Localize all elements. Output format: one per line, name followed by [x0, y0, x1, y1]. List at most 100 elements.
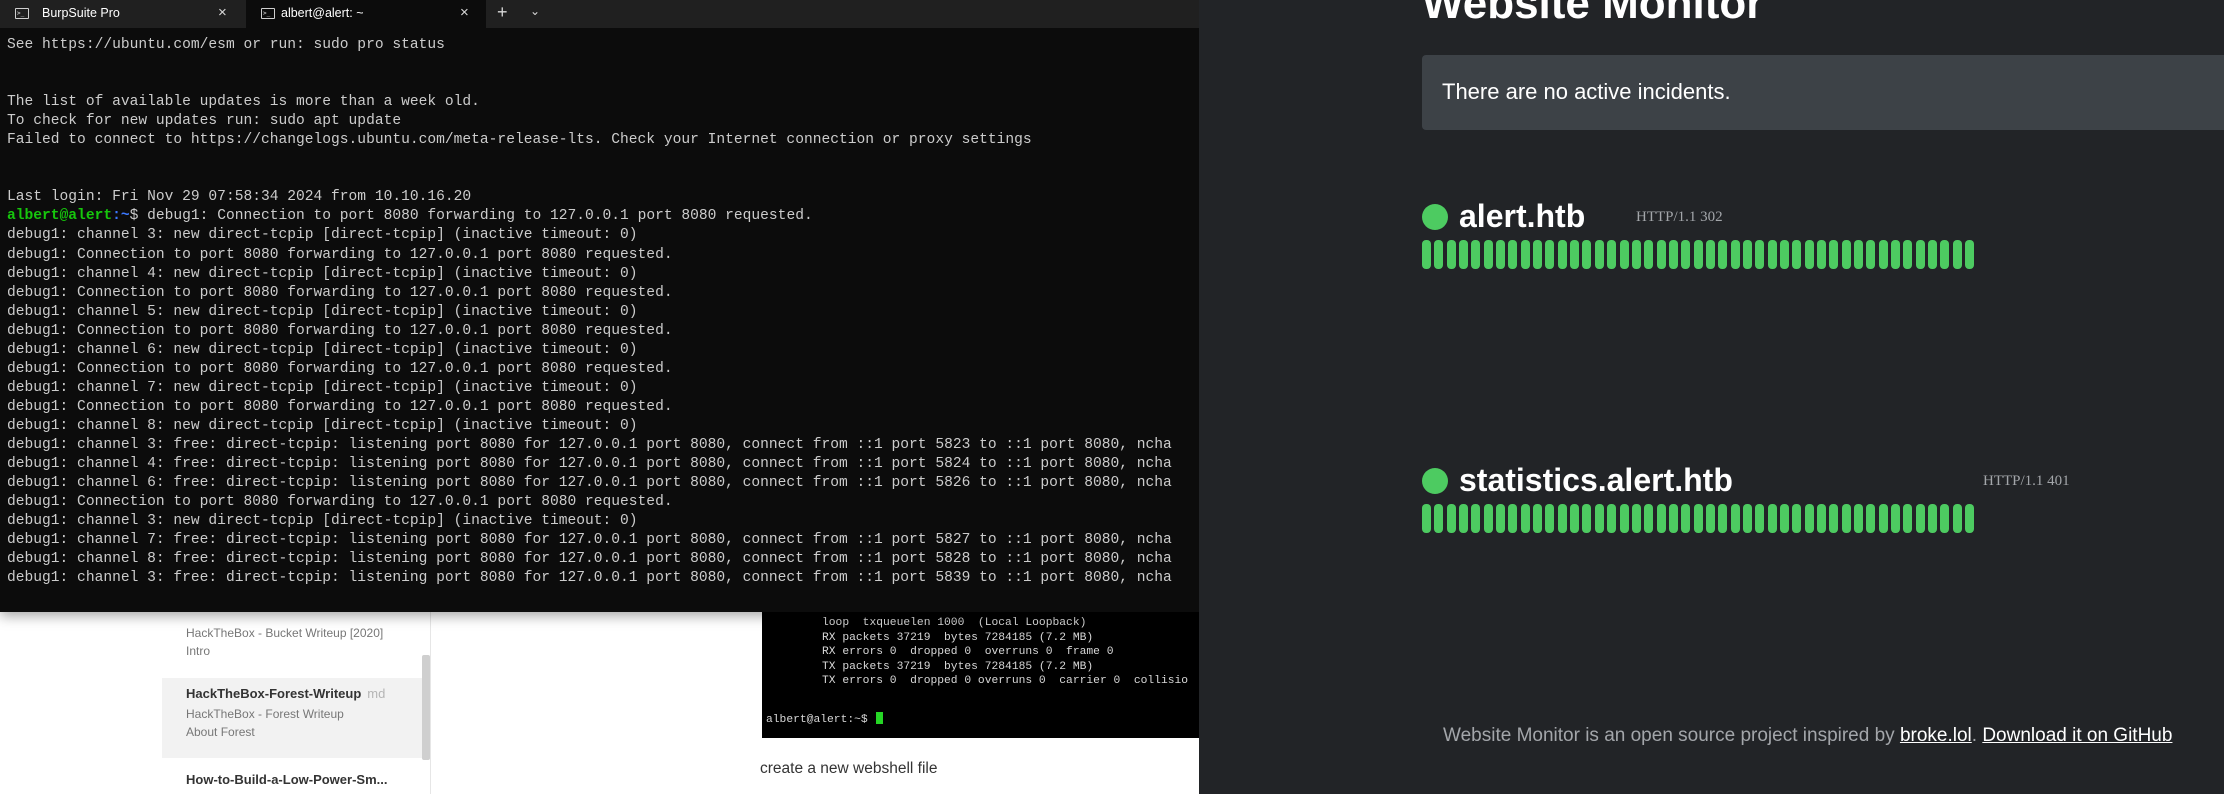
download-github-link[interactable]: Download it on GitHub — [1982, 725, 2172, 746]
uptime-check-bar[interactable] — [1483, 504, 1493, 533]
uptime-check-bar[interactable] — [1817, 504, 1826, 533]
terminal-window[interactable]: >_ BurpSuite Pro × >_ albert@alert: ~ × … — [0, 0, 1199, 612]
uptime-check-bar[interactable] — [1644, 240, 1654, 269]
uptime-check-bar[interactable] — [1903, 240, 1913, 269]
uptime-check-bar[interactable] — [1594, 504, 1604, 533]
uptime-check-bar[interactable] — [1792, 504, 1802, 533]
uptime-check-bar[interactable] — [1508, 240, 1518, 269]
uptime-check-bar[interactable] — [1570, 240, 1580, 269]
uptime-check-bar[interactable] — [1459, 240, 1469, 269]
uptime-check-bar[interactable] — [1557, 240, 1567, 269]
uptime-check-bar[interactable] — [1779, 240, 1789, 269]
uptime-check-bar[interactable] — [1607, 240, 1617, 269]
note-list-item[interactable]: HackTheBox - Bucket Writeup [2020] Intro — [162, 624, 422, 676]
uptime-check-bar[interactable] — [1631, 240, 1641, 269]
uptime-check-bar[interactable] — [1434, 240, 1444, 269]
uptime-check-bar[interactable] — [1533, 504, 1543, 533]
uptime-check-bar[interactable] — [1631, 504, 1641, 533]
uptime-check-bar[interactable] — [1459, 504, 1469, 533]
uptime-check-bar[interactable] — [1668, 504, 1678, 533]
uptime-check-bar[interactable] — [1841, 240, 1851, 269]
uptime-check-bar[interactable] — [1607, 504, 1617, 533]
uptime-check-bar[interactable] — [1730, 504, 1740, 533]
uptime-check-bar[interactable] — [1545, 504, 1555, 533]
uptime-check-bar[interactable] — [1742, 504, 1752, 533]
uptime-check-bar[interactable] — [1619, 504, 1629, 533]
uptime-check-bar[interactable] — [1755, 504, 1765, 533]
uptime-check-bar[interactable] — [1693, 240, 1703, 269]
uptime-check-bar[interactable] — [1866, 504, 1876, 533]
uptime-check-bar[interactable] — [1681, 504, 1691, 533]
uptime-check-bar[interactable] — [1965, 504, 1975, 533]
uptime-check-bar[interactable] — [1533, 240, 1543, 269]
uptime-check-bar[interactable] — [1668, 240, 1678, 269]
uptime-check-bar[interactable] — [1940, 504, 1950, 533]
uptime-check-bar[interactable] — [1496, 240, 1506, 269]
tab-albert-alert[interactable]: >_ albert@alert: ~ × — [246, 0, 486, 28]
uptime-check-bar[interactable] — [1878, 240, 1888, 269]
uptime-check-bar[interactable] — [1792, 240, 1802, 269]
uptime-check-bar[interactable] — [1718, 504, 1728, 533]
uptime-check-bar[interactable] — [1817, 240, 1826, 269]
uptime-check-bar[interactable] — [1767, 240, 1777, 269]
uptime-check-bar[interactable] — [1854, 504, 1864, 533]
uptime-check-bar[interactable] — [1422, 240, 1431, 269]
uptime-check-bar[interactable] — [1570, 504, 1580, 533]
uptime-check-bar[interactable] — [1952, 504, 1962, 533]
broke-lol-link[interactable]: broke.lol — [1900, 725, 1972, 746]
uptime-check-bar[interactable] — [1644, 504, 1654, 533]
uptime-check-bar[interactable] — [1829, 240, 1839, 269]
sidebar-scrollbar[interactable] — [422, 655, 430, 760]
chevron-down-icon[interactable]: ⌄ — [530, 4, 540, 18]
uptime-check-bar[interactable] — [1952, 240, 1962, 269]
uptime-check-bar[interactable] — [1705, 240, 1715, 269]
uptime-check-bar[interactable] — [1866, 240, 1876, 269]
uptime-check-bar[interactable] — [1520, 504, 1530, 533]
uptime-check-bar[interactable] — [1496, 504, 1506, 533]
uptime-check-bar[interactable] — [1767, 504, 1777, 533]
uptime-check-bar[interactable] — [1471, 240, 1481, 269]
new-tab-button[interactable]: + — [497, 2, 508, 23]
uptime-check-bar[interactable] — [1471, 504, 1481, 533]
uptime-check-bar[interactable] — [1755, 240, 1765, 269]
uptime-check-bar[interactable] — [1446, 504, 1456, 533]
uptime-check-bar[interactable] — [1965, 240, 1975, 269]
uptime-check-bar[interactable] — [1693, 504, 1703, 533]
uptime-check-bar[interactable] — [1582, 240, 1592, 269]
uptime-check-bar[interactable] — [1434, 504, 1444, 533]
uptime-check-bar[interactable] — [1891, 504, 1901, 533]
uptime-check-bar[interactable] — [1829, 504, 1839, 533]
uptime-check-bar[interactable] — [1940, 240, 1950, 269]
uptime-check-bar[interactable] — [1483, 240, 1493, 269]
uptime-check-bar[interactable] — [1619, 240, 1629, 269]
uptime-check-bar[interactable] — [1730, 240, 1740, 269]
uptime-check-bar[interactable] — [1915, 504, 1925, 533]
uptime-check-bar[interactable] — [1854, 240, 1864, 269]
uptime-check-bar[interactable] — [1804, 240, 1814, 269]
uptime-check-bar[interactable] — [1446, 240, 1456, 269]
uptime-check-bar[interactable] — [1915, 240, 1925, 269]
uptime-check-bar[interactable] — [1878, 504, 1888, 533]
uptime-check-bar[interactable] — [1928, 240, 1938, 269]
uptime-check-bar[interactable] — [1520, 240, 1530, 269]
uptime-check-bar[interactable] — [1891, 240, 1901, 269]
uptime-check-bar[interactable] — [1681, 240, 1691, 269]
close-tab-button[interactable]: × — [460, 4, 469, 21]
terminal-output[interactable]: See https://ubuntu.com/esm or run: sudo … — [7, 36, 1197, 596]
uptime-check-bar[interactable] — [1841, 504, 1851, 533]
uptime-check-bar[interactable] — [1903, 504, 1913, 533]
uptime-check-bar[interactable] — [1656, 504, 1666, 533]
note-list-item[interactable]: How-to-Build-a-Low-Power-Sm... — [162, 772, 422, 794]
uptime-check-bar[interactable] — [1594, 240, 1604, 269]
uptime-check-bar[interactable] — [1742, 240, 1752, 269]
uptime-check-bar[interactable] — [1718, 240, 1728, 269]
uptime-check-bar[interactable] — [1779, 504, 1789, 533]
tab-burpsuite-pro[interactable]: >_ BurpSuite Pro × — [0, 0, 245, 28]
uptime-check-bar[interactable] — [1545, 240, 1555, 269]
close-tab-button[interactable]: × — [218, 4, 227, 21]
uptime-check-bar[interactable] — [1804, 504, 1814, 533]
uptime-check-bar[interactable] — [1656, 240, 1666, 269]
uptime-check-bar[interactable] — [1705, 504, 1715, 533]
note-list-item-active[interactable]: HackTheBox-Forest-Writeup md HackTheBox -… — [162, 678, 422, 758]
uptime-check-bar[interactable] — [1928, 504, 1938, 533]
